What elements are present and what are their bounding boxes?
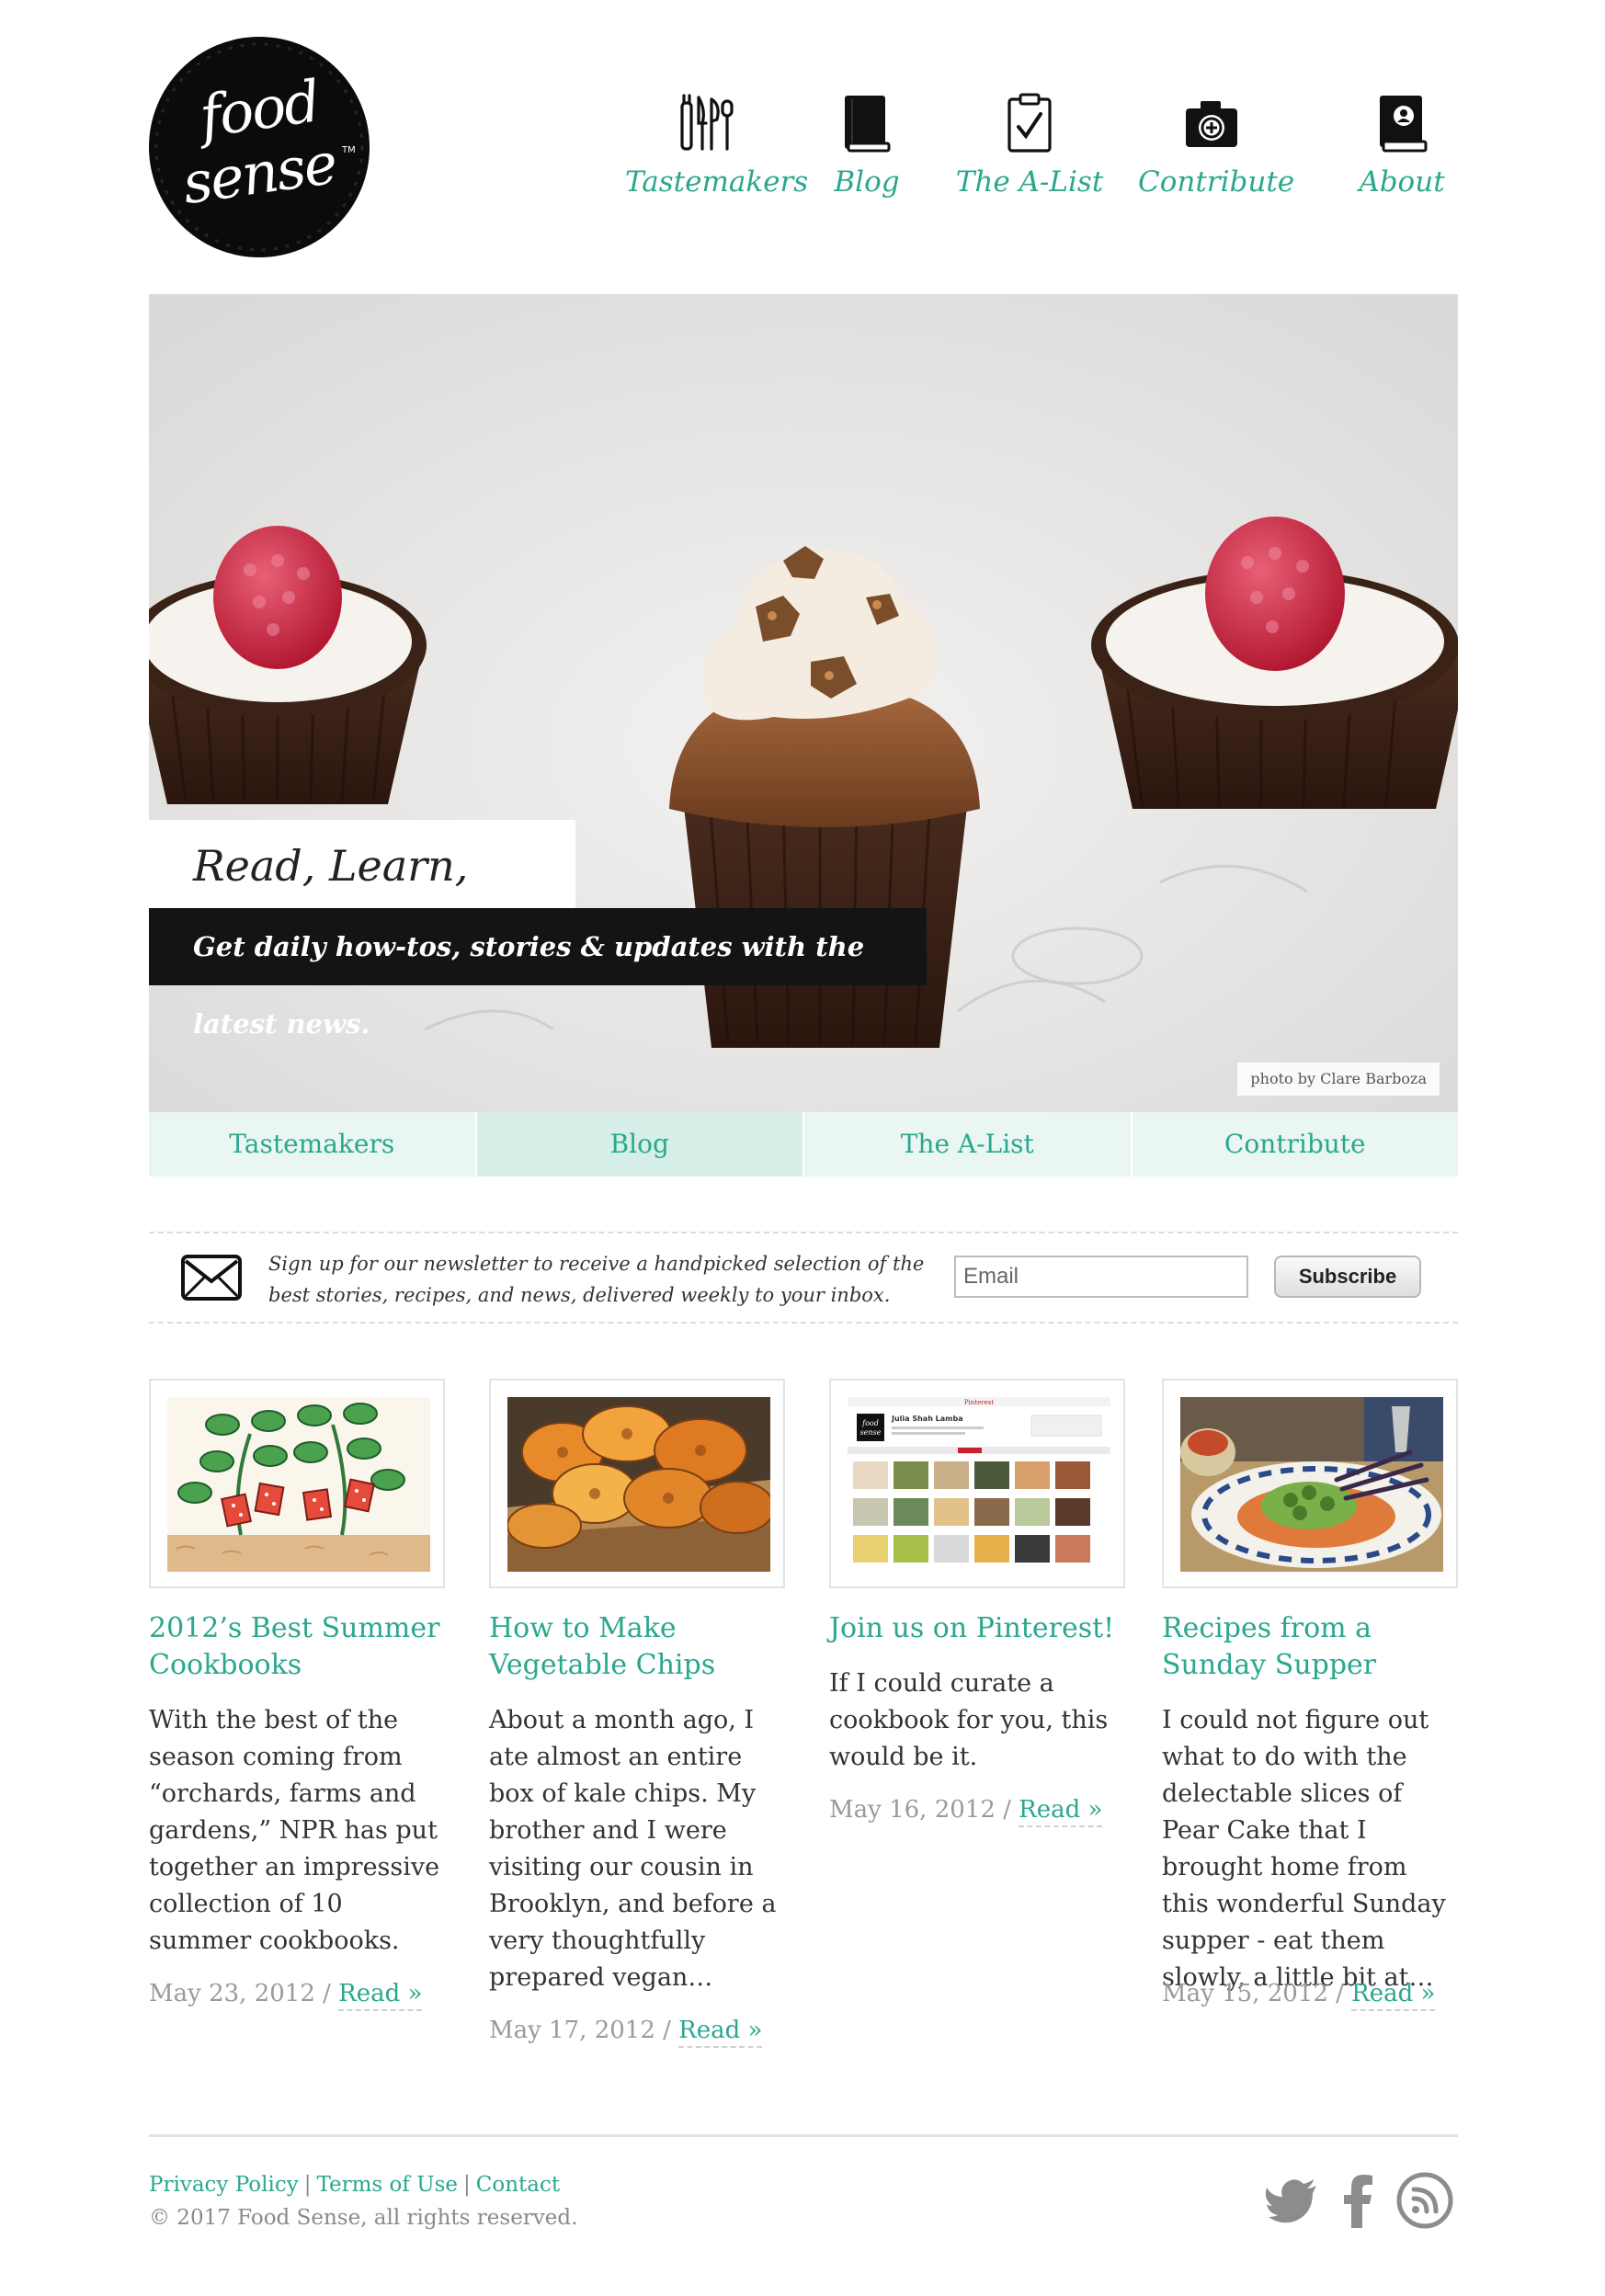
nav-label: About <box>1359 165 1445 199</box>
rss-icon[interactable] <box>1395 2171 1454 2230</box>
contact-link[interactable]: Contact <box>476 2173 560 2197</box>
read-more-link[interactable]: Read » <box>1351 1980 1436 2011</box>
pinterest-brand: Pinterest <box>964 1399 994 1406</box>
nav-label: Contribute <box>1138 165 1295 199</box>
pinterest-logo-word-food: food <box>861 1419 879 1427</box>
post-meta: May 16, 2012 / Read » <box>829 1794 1142 1827</box>
nav-label: The A-List <box>955 165 1104 199</box>
meta-separator: / <box>1336 1980 1344 2007</box>
nav-item-tastemakers[interactable]: Tastemakers <box>625 92 809 211</box>
tab-tastemakers[interactable]: Tastemakers <box>149 1112 477 1176</box>
footer-divider <box>149 2134 1458 2137</box>
utensils-icon <box>680 94 734 151</box>
read-more-link[interactable]: Read » <box>678 2017 763 2048</box>
terms-of-use-link[interactable]: Terms of Use <box>316 2173 458 2197</box>
post-title[interactable]: How to Make Vegetable Chips <box>489 1610 792 1684</box>
post-date: May 23, 2012 <box>149 1980 315 2007</box>
pinterest-profile-name: Julia Shah Lamba <box>891 1415 963 1423</box>
read-more-link[interactable]: Read » <box>1019 1796 1103 1827</box>
meta-separator: / <box>1003 1796 1011 1824</box>
post-meta: May 15, 2012 / Read » <box>1162 1978 1474 2011</box>
tab-a-list[interactable]: The A-List <box>804 1112 1133 1176</box>
clipboard-check-icon <box>1007 93 1052 153</box>
post-excerpt: If I could curate a cookbook for you, th… <box>829 1669 1109 1771</box>
book-icon <box>845 96 891 153</box>
pinterest-screenshot: Pinterest food sense Julia Shah Lamba <box>848 1397 1110 1572</box>
post-excerpt: I could not figure out what to do with t… <box>1162 1706 1446 1992</box>
facebook-icon[interactable] <box>1329 2171 1388 2230</box>
nav-item-blog[interactable]: Blog <box>802 92 931 211</box>
copyright-text: © 2017 Food Sense, all rights reserved. <box>149 2206 578 2230</box>
subscribe-button[interactable]: Subscribe <box>1274 1256 1421 1298</box>
post-title[interactable]: Recipes from a Sunday Supper <box>1162 1610 1465 1684</box>
post-meta: May 17, 2012 / Read » <box>489 2015 802 2048</box>
post-grid: 2012’s Best Summer Cookbooks With the be… <box>149 1379 1458 2077</box>
tab-contribute[interactable]: Contribute <box>1133 1112 1459 1176</box>
camera-plus-icon <box>1186 101 1237 147</box>
photo-credit: photo by Clare Barboza <box>1237 1063 1440 1096</box>
newsletter-text: Sign up for our newsletter to receive a … <box>268 1253 925 1306</box>
link-separator: | <box>463 2173 471 2197</box>
main-nav: Tastemakers Blog The A-List Contribute A… <box>625 92 1471 211</box>
pinterest-logo-word-sense: sense <box>860 1428 882 1437</box>
post-date: May 15, 2012 <box>1162 1980 1328 2007</box>
link-separator: | <box>303 2173 312 2197</box>
nav-item-about[interactable]: About <box>1351 92 1452 211</box>
nav-item-contribute[interactable]: Contribute <box>1138 92 1295 211</box>
post-date: May 17, 2012 <box>489 2017 655 2044</box>
hero-banner: Read, Learn, Share Get daily how-tos, st… <box>149 294 1458 1112</box>
tab-blog[interactable]: Blog <box>476 1112 804 1176</box>
nav-label: Tastemakers <box>625 165 809 199</box>
post-thumbnail[interactable] <box>149 1379 445 1588</box>
post-date: May 16, 2012 <box>829 1796 996 1824</box>
privacy-policy-link[interactable]: Privacy Policy <box>149 2173 299 2197</box>
post-thumbnail[interactable]: Pinterest food sense Julia Shah Lamba <box>829 1379 1125 1588</box>
post-thumbnail[interactable] <box>1162 1379 1458 1588</box>
nav-item-a-list[interactable]: The A-List <box>951 92 1108 211</box>
vegetable-chips-photo <box>507 1397 770 1572</box>
hero-title: Read, Learn, Share <box>149 820 575 983</box>
post-excerpt: With the best of the season coming from … <box>149 1706 440 1955</box>
profile-book-icon <box>1380 96 1428 153</box>
post-excerpt: About a month ago, I ate almost an entir… <box>489 1706 777 1992</box>
food-sense-logo[interactable]: food sense TM <box>149 37 370 257</box>
twitter-icon[interactable] <box>1263 2171 1322 2230</box>
meta-separator: / <box>663 2017 671 2044</box>
post-meta: May 23, 2012 / Read » <box>149 1978 461 2011</box>
read-more-link[interactable]: Read » <box>338 1980 423 2011</box>
nav-label: Blog <box>834 165 900 199</box>
footer-links: Privacy Policy | Terms of Use | Contact <box>149 2171 560 2199</box>
logo-trademark: TM <box>342 145 356 155</box>
email-field[interactable] <box>954 1256 1248 1298</box>
sunday-supper-photo <box>1180 1397 1443 1572</box>
post-title[interactable]: Join us on Pinterest! <box>829 1610 1133 1647</box>
hero-subtitle: Get daily how-tos, stories & updates wit… <box>149 908 927 1040</box>
section-tabs: Tastemakers Blog The A-List Contribute <box>149 1112 1458 1176</box>
newsletter-signup: Sign up for our newsletter to receive a … <box>149 1232 1458 1324</box>
post-title[interactable]: 2012’s Best Summer Cookbooks <box>149 1610 452 1684</box>
meta-separator: / <box>323 1980 331 2007</box>
seedling-illustration <box>167 1397 430 1572</box>
post-thumbnail[interactable] <box>489 1379 785 1588</box>
envelope-icon <box>181 1255 242 1301</box>
